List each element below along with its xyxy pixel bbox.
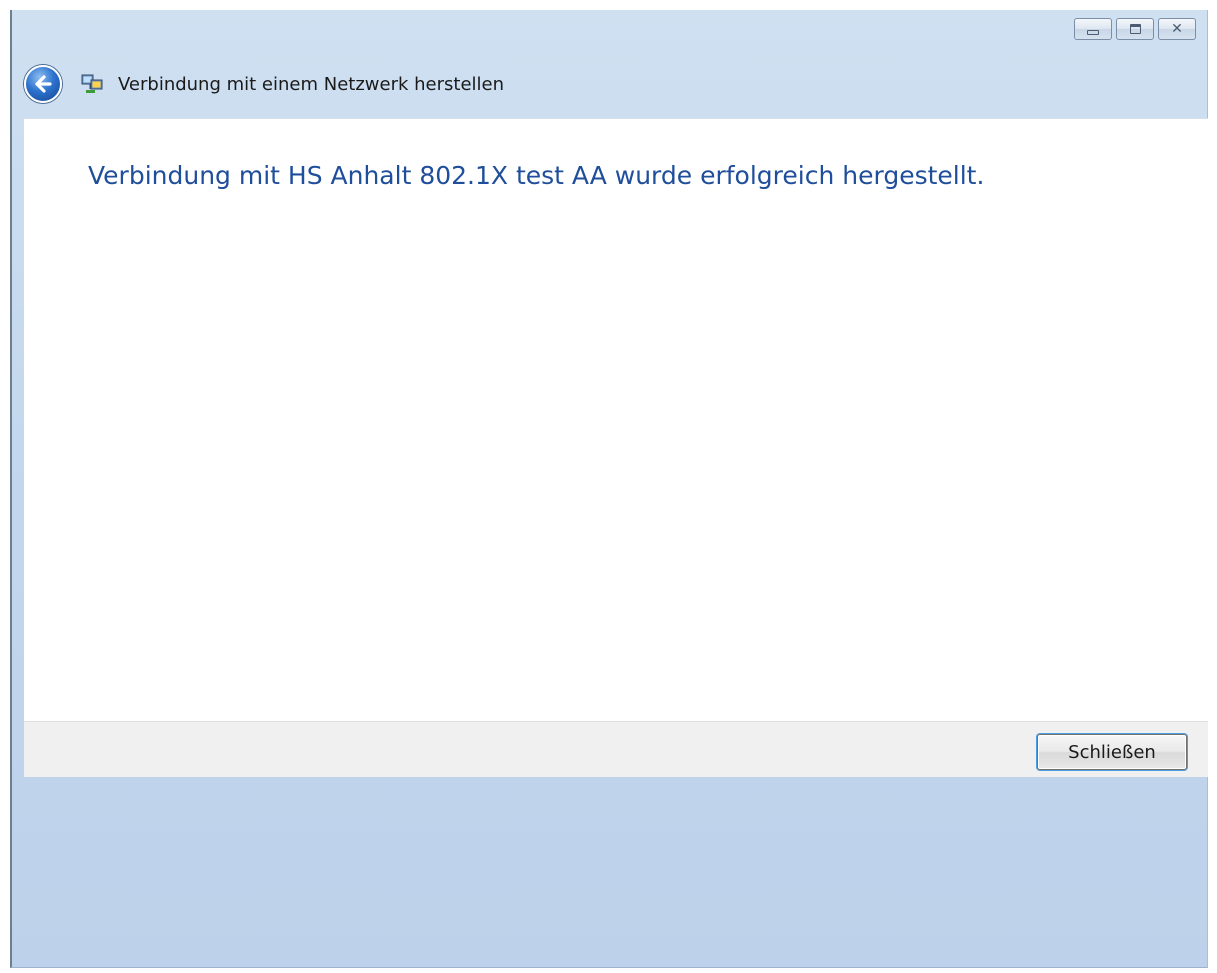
- window-title: Verbindung mit einem Netzwerk herstellen: [118, 73, 505, 95]
- back-button[interactable]: [24, 65, 62, 103]
- maximize-icon: [1130, 24, 1141, 34]
- screen: ✕ Verbindung mit einem Netzwerk herstell…: [0, 0, 1217, 973]
- title-bar: Verbindung mit einem Netzwerk herstellen: [24, 62, 504, 106]
- maximize-button[interactable]: [1116, 18, 1154, 40]
- minimize-button[interactable]: [1074, 18, 1112, 40]
- schliessen-button[interactable]: Schließen: [1037, 734, 1187, 770]
- success-message: Verbindung mit HS Anhalt 802.1X test AA …: [88, 161, 985, 190]
- minimize-icon: [1087, 30, 1099, 35]
- window-controls: ✕: [1074, 18, 1196, 40]
- network-icon: [81, 74, 103, 93]
- close-window-button[interactable]: ✕: [1158, 18, 1196, 40]
- back-arrow-icon: [35, 75, 52, 93]
- button-bar: Schließen: [24, 721, 1208, 777]
- content-area: Verbindung mit HS Anhalt 802.1X test AA …: [24, 118, 1208, 721]
- dialog-window: ✕ Verbindung mit einem Netzwerk herstell…: [10, 10, 1208, 968]
- close-icon: ✕: [1171, 21, 1183, 37]
